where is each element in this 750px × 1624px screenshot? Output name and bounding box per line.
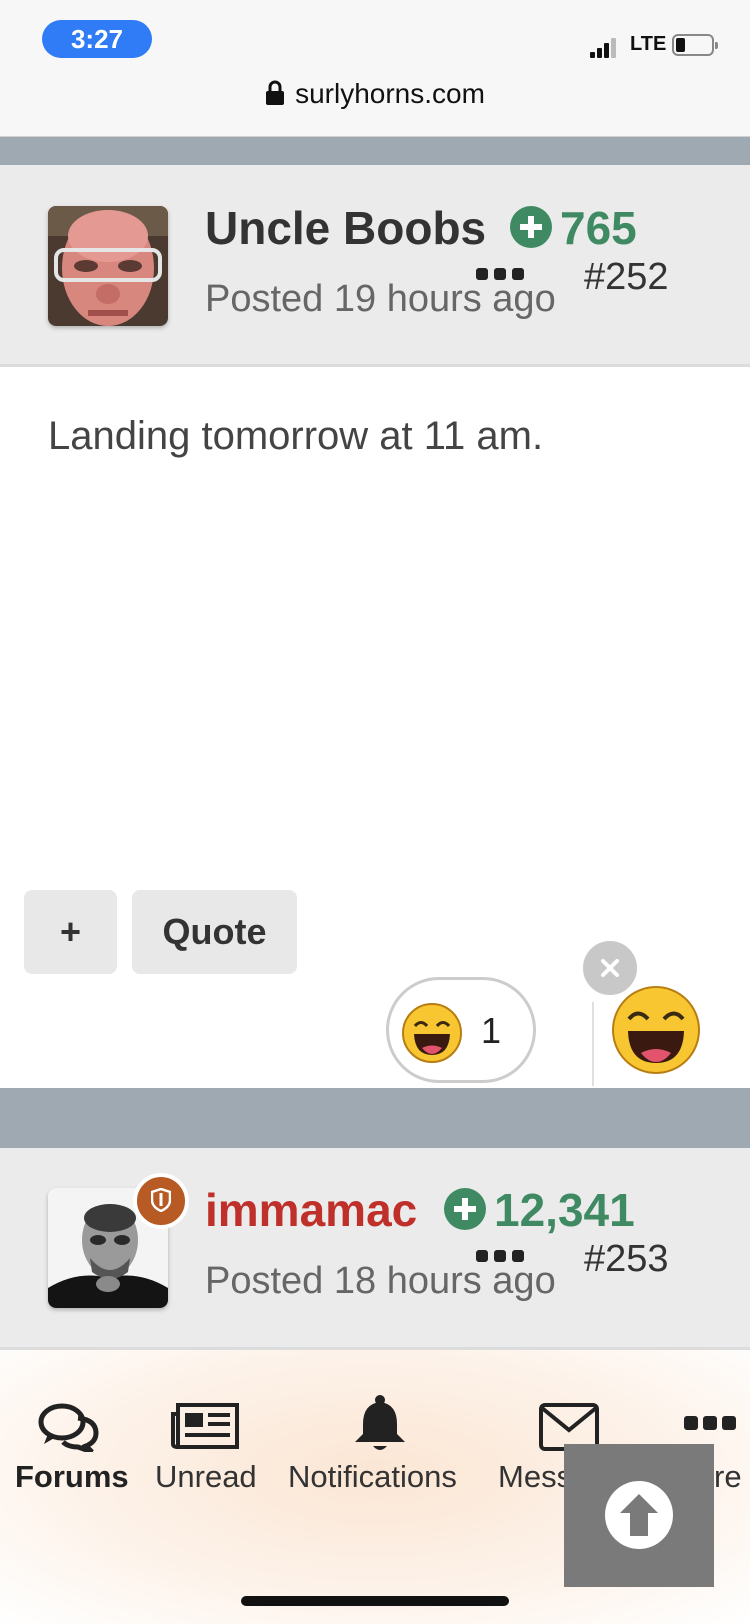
address-bar[interactable]: surlyhorns.com — [0, 78, 750, 110]
nav-label-notifications: Notifications — [288, 1459, 457, 1494]
nav-label-more: re — [714, 1459, 742, 1494]
post-timestamp: Posted 19 hours ago — [205, 278, 556, 320]
more-icon — [684, 1416, 736, 1430]
newspaper-icon — [171, 1403, 239, 1449]
add-button[interactable]: + — [24, 890, 117, 974]
reputation-badge: 765 — [510, 201, 637, 255]
post-divider — [0, 137, 750, 165]
signal-icon — [590, 38, 616, 58]
avatar[interactable] — [48, 206, 168, 326]
battery-icon — [672, 34, 718, 56]
more-options-icon[interactable] — [476, 268, 524, 280]
laughing-emoji-react-icon[interactable] — [611, 985, 701, 1075]
post-author[interactable]: immamac — [205, 1183, 417, 1237]
laughing-emoji-icon — [402, 1003, 462, 1063]
reputation-badge: 12,341 — [444, 1183, 635, 1237]
lock-icon — [266, 80, 285, 105]
status-time: 3:27 — [42, 20, 152, 58]
reaction-summary[interactable]: 1 — [386, 977, 536, 1083]
post-author[interactable]: Uncle Boobs — [205, 201, 486, 255]
bell-icon — [355, 1395, 405, 1450]
reputation-count: 765 — [560, 202, 637, 254]
reaction-count: 1 — [481, 1010, 502, 1051]
more-options-icon[interactable] — [476, 1250, 524, 1262]
plus-circle-icon — [444, 1188, 486, 1230]
post-timestamp: Posted 18 hours ago — [205, 1260, 556, 1302]
nav-label-unread: Unread — [155, 1459, 257, 1494]
nav-label-messages: Mess — [498, 1459, 573, 1494]
nav-label-forums: Forums — [15, 1459, 129, 1494]
arrow-up-icon — [620, 1494, 658, 1536]
status-bar: 3:27 LTE surlyhorns.com — [0, 0, 750, 137]
post-divider — [0, 1088, 750, 1148]
scroll-to-top-button[interactable] — [564, 1444, 714, 1587]
reaction-divider — [592, 1002, 594, 1086]
shield-icon — [151, 1188, 171, 1212]
chat-bubbles-icon — [38, 1403, 99, 1452]
reputation-count: 12,341 — [494, 1184, 635, 1236]
post-content: Landing tomorrow at 11 am. — [48, 414, 544, 458]
close-icon — [601, 959, 619, 977]
moderator-badge — [133, 1173, 189, 1229]
post-number[interactable]: #253 — [584, 1238, 669, 1281]
post-number[interactable]: #252 — [584, 256, 669, 299]
quote-button[interactable]: Quote — [132, 890, 297, 974]
network-type: LTE — [630, 33, 667, 55]
home-indicator — [241, 1596, 509, 1606]
plus-circle-icon — [510, 206, 552, 248]
url-text: surlyhorns.com — [295, 78, 485, 109]
